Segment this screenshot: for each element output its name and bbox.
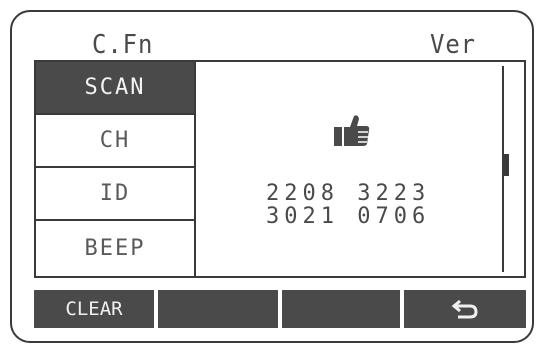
scrollbar-thumb[interactable]	[504, 154, 509, 176]
return-arrow-icon	[451, 299, 478, 319]
softkey-3-button[interactable]	[282, 290, 400, 328]
clear-button-label: CLEAR	[65, 298, 123, 320]
detail-panel: 2208 3223 3021 0706	[196, 62, 514, 276]
menu-item-label: SCAN	[84, 75, 146, 100]
code-line-1: 2208 3223	[266, 181, 431, 206]
softkey-bar: CLEAR	[34, 290, 526, 328]
softkey-2-button[interactable]	[158, 290, 278, 328]
function-menu: SCAN CH ID BEEP	[36, 62, 196, 276]
menu-title: C.Fn	[92, 30, 154, 60]
lcd-panel: SCAN CH ID BEEP 2208 3223 3021 0706	[34, 60, 526, 278]
code-line-2: 3021 0706	[266, 204, 431, 229]
menu-item-beep[interactable]: BEEP	[36, 221, 194, 276]
menu-item-ch[interactable]: CH	[36, 115, 194, 168]
device-screen-bezel: C.Fn Ver 0.5 SCAN CH ID BEEP	[10, 10, 534, 343]
menu-item-label: BEEP	[84, 236, 146, 261]
menu-item-id[interactable]: ID	[36, 168, 194, 221]
thumbs-up-icon	[334, 115, 370, 146]
menu-item-label: CH	[99, 128, 131, 153]
menu-item-scan[interactable]: SCAN	[36, 62, 194, 115]
scrollbar[interactable]	[502, 66, 509, 272]
return-button[interactable]	[404, 290, 526, 328]
menu-item-label: ID	[99, 181, 131, 206]
clear-button[interactable]: CLEAR	[34, 290, 154, 328]
